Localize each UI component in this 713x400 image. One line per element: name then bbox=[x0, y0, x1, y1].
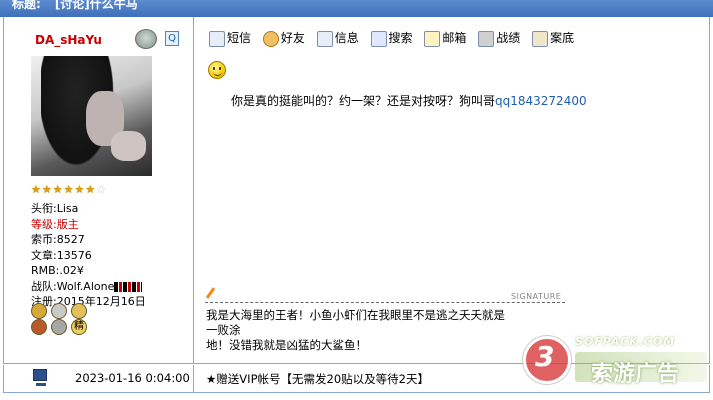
sms-icon bbox=[209, 30, 225, 47]
title-label: 标题: bbox=[12, 0, 41, 11]
star-icon: ★ bbox=[31, 183, 41, 196]
qq-icon[interactable]: Q bbox=[165, 31, 179, 46]
signature-line: 地！没错我就是凶猛的大鲨鱼！ bbox=[206, 338, 367, 352]
star-icon: ★ bbox=[52, 183, 63, 196]
author-panel: DA_sHaYu Q ★★★★★★★ 头衔:Lisa 等级:版主 索币:8527… bbox=[4, 17, 194, 363]
team-badge-icon bbox=[114, 281, 143, 292]
avatar bbox=[31, 56, 152, 176]
friends-icon bbox=[262, 30, 279, 47]
info-row-rmb: RMB:.02¥ bbox=[31, 264, 84, 277]
user-toolbar: 短信 好友 信息 搜索 邮箱 战绩 案底 bbox=[209, 29, 582, 49]
mail-icon bbox=[424, 30, 441, 47]
star-icon: ★ bbox=[74, 183, 85, 196]
info-row-level: 等级:版主 bbox=[31, 217, 79, 231]
smiley-icon bbox=[208, 61, 226, 79]
vip-ad-link[interactable]: ★赠送VIP帐号【无需发20贴以及等待2天】 bbox=[206, 371, 429, 387]
toolbar-mail[interactable]: 邮箱 bbox=[424, 29, 466, 47]
elite-medal-icon: 精 bbox=[71, 319, 87, 335]
toolbar-record[interactable]: 战绩 bbox=[478, 29, 520, 47]
star-icon: ★ bbox=[85, 183, 96, 196]
post-body: 短信 好友 信息 搜索 邮箱 战绩 案底 你是真的挺能叫的？约一架？还是对按呀？… bbox=[195, 17, 710, 363]
signature-label: SIGNATURE bbox=[511, 292, 562, 301]
toolbar-case[interactable]: 案底 bbox=[532, 29, 574, 47]
medals: 精 bbox=[31, 303, 101, 337]
logo-number: 3 bbox=[535, 340, 555, 373]
medal-icon bbox=[71, 303, 87, 319]
info-row-coins: 索币:8527 bbox=[31, 233, 85, 246]
medal-icon bbox=[31, 303, 47, 319]
watermark-url: SOFPACK.COM bbox=[575, 335, 676, 348]
post: DA_sHaYu Q ★★★★★★★ 头衔:Lisa 等级:版主 索币:8527… bbox=[3, 17, 710, 364]
offline-status-icon bbox=[135, 29, 157, 49]
star-icon: ★ bbox=[63, 183, 74, 196]
watermark-text: 索游广告 bbox=[591, 362, 680, 387]
signature-line: 我是大海里的王者！小鱼小虾们在我眼里不是逃之夭夭就是 bbox=[206, 308, 505, 322]
info-row-team: 战队:Wolf.Alone bbox=[31, 279, 146, 295]
ip-computer-icon[interactable] bbox=[33, 369, 47, 386]
author-info: 头衔:Lisa 等级:版主 索币:8527 文章:13576 RMB:.02¥ … bbox=[31, 201, 146, 310]
medal-icon bbox=[31, 319, 47, 335]
author-name[interactable]: DA_sHaYu bbox=[35, 33, 102, 47]
toolbar-search[interactable]: 搜索 bbox=[370, 29, 413, 47]
star-icon: ★ bbox=[41, 183, 52, 196]
medal-icon bbox=[51, 319, 67, 335]
info-row-title: 头衔:Lisa bbox=[31, 202, 79, 215]
post-time: 2023-01-16 0:04:00 bbox=[75, 371, 190, 385]
toolbar-info[interactable]: 信息 bbox=[316, 29, 359, 47]
qq-link[interactable]: qq1843272400 bbox=[495, 94, 587, 108]
medal-icon bbox=[51, 303, 67, 319]
case-icon bbox=[532, 30, 549, 47]
post-message: 你是真的挺能叫的？约一架？还是对按呀？狗叫哥qq1843272400 bbox=[231, 94, 587, 108]
signature-line: 一败涂 bbox=[206, 323, 241, 337]
info-icon bbox=[316, 30, 333, 47]
signature: 我是大海里的王者！小鱼小虾们在我眼里不是逃之夭夭就是 一败涂 地！没错我就是凶猛… bbox=[206, 308, 536, 353]
post-title-bar: 标题: [讨论]什么牛马 bbox=[0, 0, 713, 17]
rank-stars: ★★★★★★★ bbox=[31, 182, 107, 196]
toolbar-sms[interactable]: 短信 bbox=[209, 29, 251, 47]
toolbar-friends[interactable]: 好友 bbox=[262, 29, 305, 47]
site-watermark: 3 SOFPACK.COM 索游广告 bbox=[519, 330, 713, 400]
record-icon bbox=[478, 30, 495, 47]
search-icon bbox=[370, 30, 387, 47]
info-row-posts: 文章:13576 bbox=[31, 248, 92, 262]
star-icon: ★ bbox=[96, 183, 107, 196]
post-title: [讨论]什么牛马 bbox=[54, 0, 138, 11]
